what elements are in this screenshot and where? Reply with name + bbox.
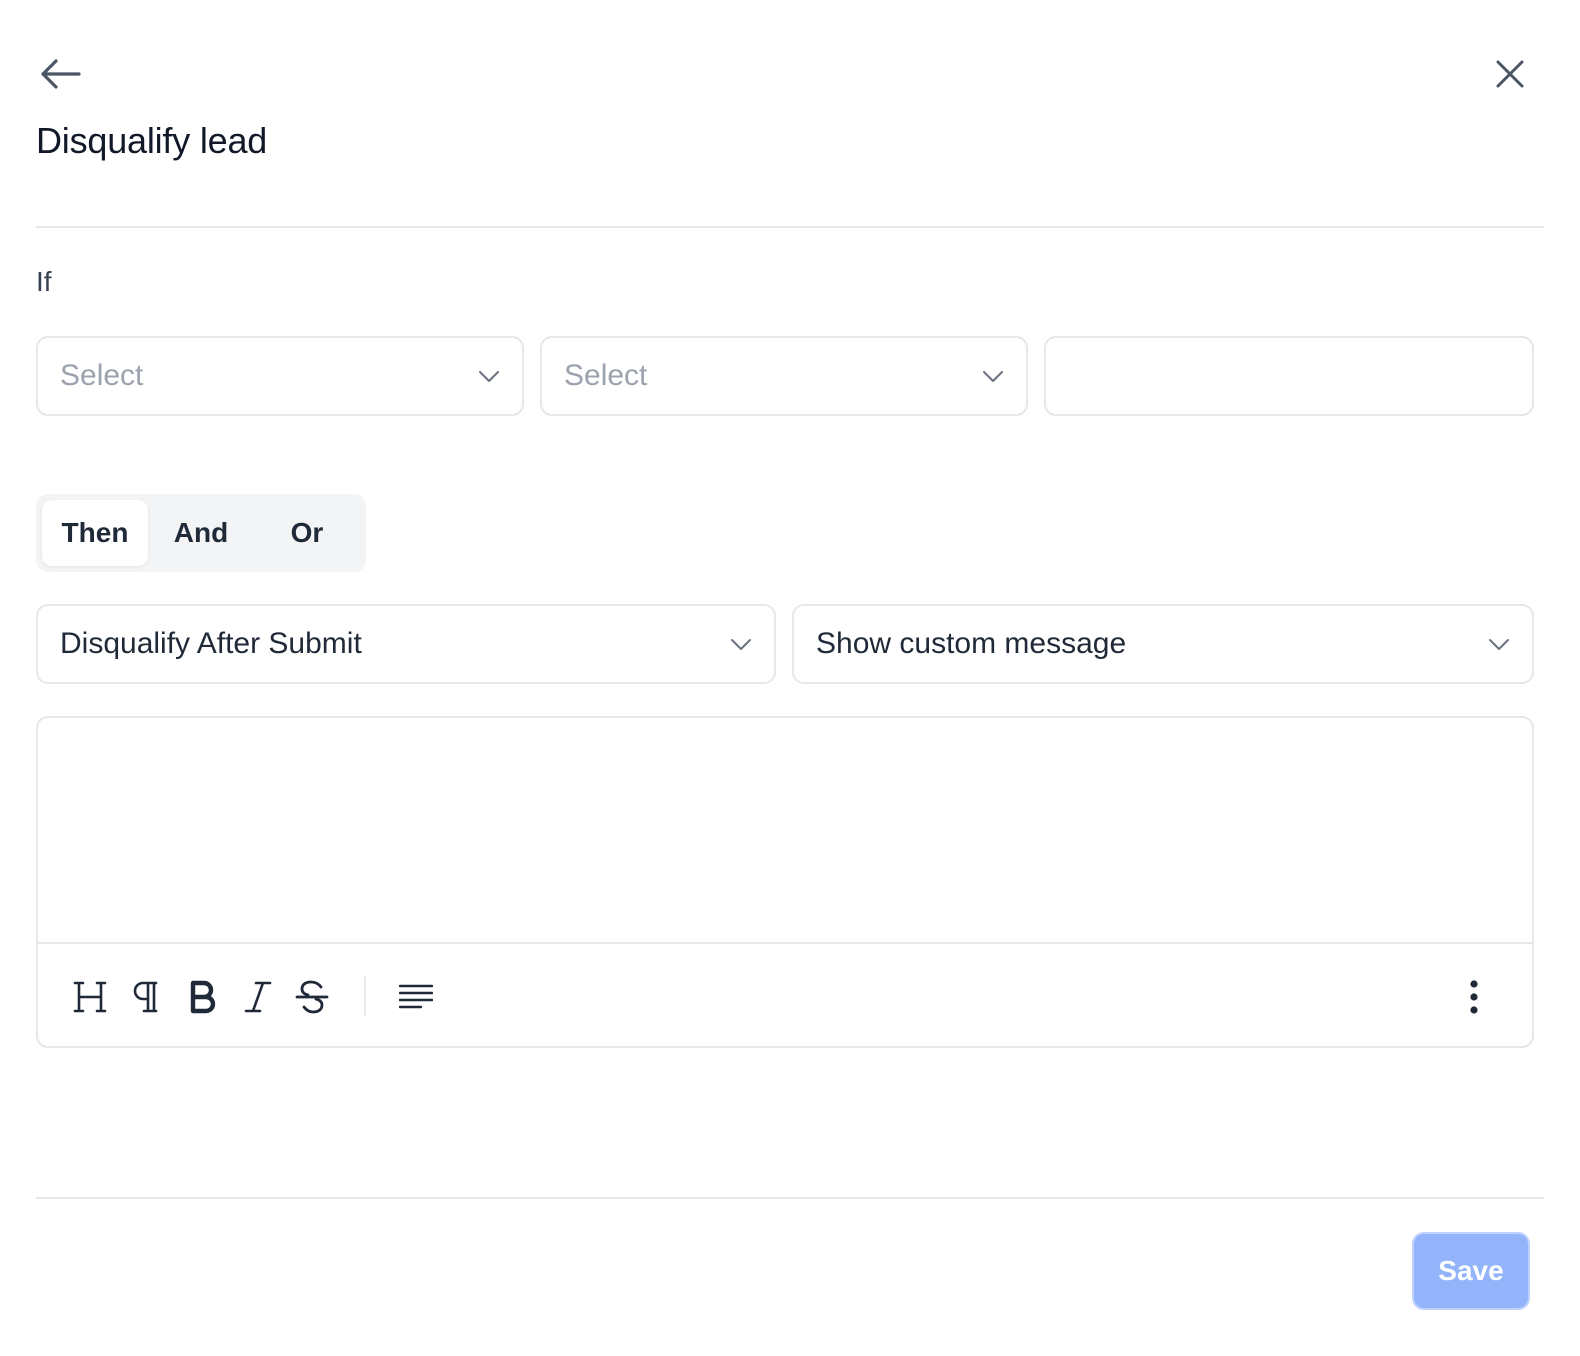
align-left-icon <box>399 984 433 1009</box>
message-editor <box>36 716 1534 1048</box>
heading-icon <box>73 981 107 1013</box>
condition-label: If <box>36 266 52 297</box>
back-button[interactable] <box>36 52 84 96</box>
action-type-value: Disqualify After Submit <box>60 627 362 660</box>
header-divider <box>36 226 1544 228</box>
toggle-or[interactable]: Or <box>254 500 360 566</box>
condition-operator-select[interactable]: Select <box>540 336 1028 416</box>
chevron-down-icon <box>983 371 1003 382</box>
chevron-down-icon <box>1489 639 1509 650</box>
chevron-down-icon <box>731 639 751 650</box>
logic-toggle: Then And Or <box>36 494 366 572</box>
italic-icon <box>244 981 272 1013</box>
bold-button[interactable] <box>180 972 224 1022</box>
condition-field-select[interactable]: Select <box>36 336 524 416</box>
editor-content-area[interactable] <box>38 718 1532 942</box>
more-vertical-icon <box>1470 980 1478 1014</box>
paragraph-icon <box>133 981 158 1013</box>
paragraph-button[interactable] <box>124 972 168 1022</box>
toggle-and[interactable]: And <box>148 500 254 566</box>
align-button[interactable] <box>394 972 438 1022</box>
chevron-down-icon <box>479 371 499 382</box>
italic-button[interactable] <box>236 972 280 1022</box>
toolbar-separator <box>364 976 366 1016</box>
arrow-left-icon <box>41 59 81 89</box>
save-button[interactable]: Save <box>1412 1232 1530 1310</box>
bold-icon <box>190 980 216 1014</box>
toggle-then[interactable]: Then <box>42 500 148 566</box>
more-options-button[interactable] <box>1452 972 1496 1022</box>
condition-operator-placeholder: Select <box>564 359 648 392</box>
close-button[interactable] <box>1488 52 1532 96</box>
footer-divider <box>36 1197 1544 1199</box>
strikethrough-icon <box>295 980 329 1014</box>
editor-toolbar <box>38 942 1532 1046</box>
close-icon <box>1496 60 1524 88</box>
strikethrough-button[interactable] <box>290 972 334 1022</box>
action-behavior-value: Show custom message <box>816 627 1127 660</box>
action-type-select[interactable]: Disqualify After Submit <box>36 604 776 684</box>
action-behavior-select[interactable]: Show custom message <box>792 604 1534 684</box>
condition-value-input[interactable] <box>1044 336 1534 416</box>
page-title: Disqualify lead <box>36 120 268 161</box>
heading-button[interactable] <box>68 972 112 1022</box>
condition-field-placeholder: Select <box>60 359 144 392</box>
